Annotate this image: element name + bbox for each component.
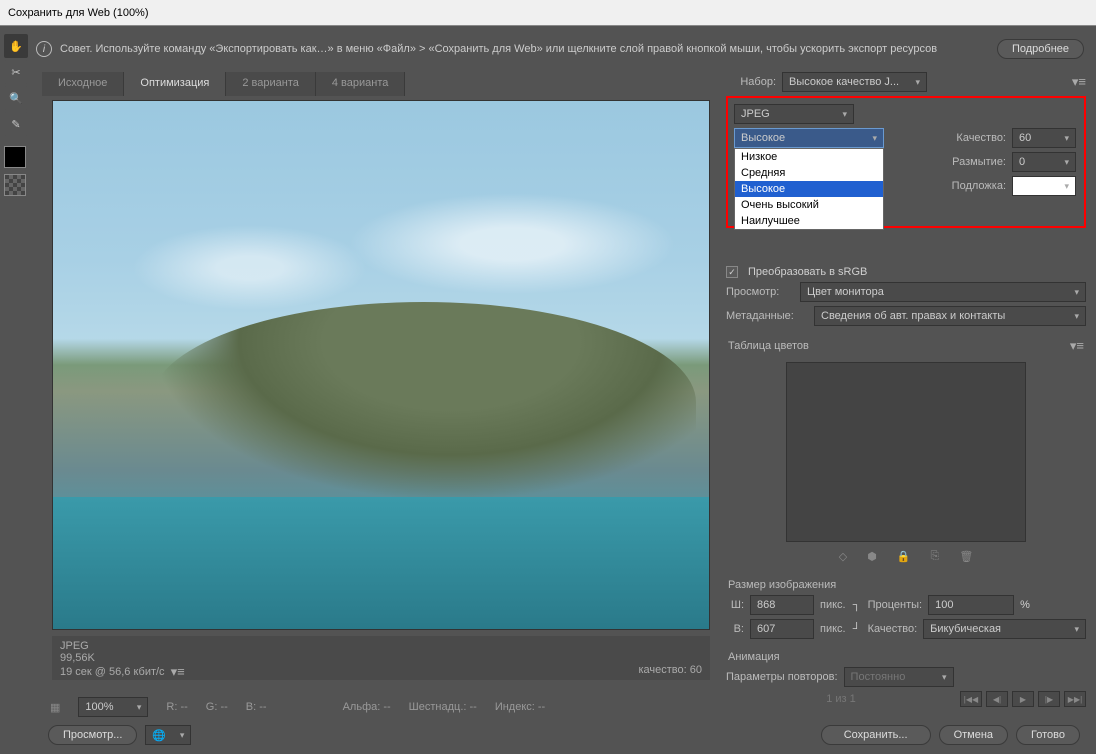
size-header: Размер изображения	[728, 579, 836, 591]
tip-bar: i Совет. Используйте команду «Экспортиро…	[36, 36, 1084, 62]
width-label: Ш:	[726, 599, 744, 611]
blur-input[interactable]: 0	[1012, 152, 1076, 172]
preview-button[interactable]: Просмотр...	[48, 725, 137, 745]
format-select[interactable]: JPEG	[734, 104, 854, 124]
resample-select[interactable]: Бикубическая	[923, 619, 1086, 639]
tab-optimization[interactable]: Оптимизация	[124, 72, 226, 96]
preview-time: 19 сек @ 56,6 кбит/с	[60, 666, 165, 678]
tab-four-up[interactable]: 4 варианта	[316, 72, 406, 96]
quality-option-max[interactable]: Наилучшее	[735, 213, 883, 229]
tab-source[interactable]: Исходное	[42, 72, 124, 96]
eyedropper-tool[interactable]: ✎	[4, 112, 28, 136]
hand-tool[interactable]: ✋	[4, 34, 28, 58]
lock-icon[interactable]: 🔒	[897, 550, 911, 563]
quality-option-medium[interactable]: Средняя	[735, 165, 883, 181]
meta-select[interactable]: Сведения об авт. правах и контакты	[814, 306, 1086, 326]
palette-header: Таблица цветов	[728, 340, 809, 352]
slice-visibility-icon[interactable]	[4, 174, 26, 196]
height-label: В:	[726, 623, 744, 635]
quality-preset-dropdown: Низкое Средняя Высокое Очень высокий Наи…	[734, 148, 884, 230]
tip-text: Совет. Используйте команду «Экспортирова…	[60, 43, 989, 55]
view-select[interactable]: Цвет монитора	[800, 282, 1086, 302]
height-input[interactable]: 607	[750, 619, 814, 639]
matte-label: Подложка:	[952, 180, 1006, 192]
tabs: Исходное Оптимизация 2 варианта 4 вариан…	[42, 72, 405, 96]
blur-label: Размытие:	[952, 156, 1006, 168]
percent-unit: %	[1020, 599, 1030, 611]
title-bar: Сохранить для Web (100%)	[0, 0, 1096, 26]
anim-header: Анимация	[728, 651, 780, 663]
readout-alpha: Альфа: --	[343, 701, 391, 713]
slice-tool[interactable]: ✂	[4, 60, 28, 84]
cancel-button[interactable]: Отмена	[939, 725, 1008, 745]
quality-label: Качество:	[956, 132, 1006, 144]
quality-input[interactable]: 60	[1012, 128, 1076, 148]
quality-option-low[interactable]: Низкое	[735, 149, 883, 165]
tools-column: ✋ ✂ 🔍 ✎	[4, 34, 30, 196]
loop-select: Постоянно	[844, 667, 954, 687]
readout-b: B: --	[246, 701, 267, 713]
foreground-color[interactable]	[4, 146, 26, 168]
panel-menu-icon[interactable]: ▾≡	[1072, 74, 1086, 90]
readout-r: R: --	[166, 701, 187, 713]
window-title: Сохранить для Web (100%)	[8, 7, 149, 19]
color-table	[786, 362, 1026, 542]
palette-toolbar: ◇ ⬢ 🔒 ⎘ 🗑	[726, 546, 1086, 567]
more-button[interactable]: Подробнее	[997, 39, 1084, 59]
palette-menu-icon[interactable]: ▾≡	[1070, 338, 1084, 354]
trash-icon[interactable]: 🗑	[959, 550, 973, 563]
zoom-select[interactable]: 100%	[78, 697, 148, 717]
preset-select[interactable]: Высокое качество J...	[782, 72, 927, 92]
width-input[interactable]: 868	[750, 595, 814, 615]
status-bar: ▦ 100% R: -- G: -- B: -- Альфа: -- Шестн…	[42, 696, 1086, 718]
preview-info: JPEG 99,56K 19 сек @ 56,6 кбит/с ▾≡ каче…	[52, 636, 710, 680]
done-button[interactable]: Готово	[1016, 725, 1080, 745]
preview-image	[53, 101, 709, 629]
info-icon: i	[36, 41, 52, 57]
tab-two-up[interactable]: 2 варианта	[226, 72, 316, 96]
zoom-tool[interactable]: 🔍	[4, 86, 28, 110]
view-grid-icon[interactable]: ▦	[50, 701, 60, 714]
meta-label: Метаданные:	[726, 310, 808, 322]
resample-label: Качество:	[868, 623, 918, 635]
srgb-checkbox[interactable]: ✓	[726, 266, 738, 278]
readout-hex: Шестнадц.: --	[409, 701, 477, 713]
browser-select[interactable]: 🌐	[145, 725, 191, 745]
preview-format: JPEG	[60, 640, 185, 652]
srgb-label: Преобразовать в sRGB	[748, 266, 867, 278]
preset-label: Набор:	[726, 76, 776, 88]
palette-icon-1[interactable]: ◇	[839, 550, 847, 563]
view-label: Просмотр:	[726, 286, 794, 298]
quality-option-veryhigh[interactable]: Очень высокий	[735, 197, 883, 213]
readout-g: G: --	[206, 701, 228, 713]
matte-input[interactable]	[1012, 176, 1076, 196]
quality-preset-select[interactable]: Высокое	[734, 128, 884, 148]
save-button[interactable]: Сохранить...	[821, 725, 931, 745]
preview-quality: качество: 60	[638, 664, 702, 676]
right-panel: Набор: Высокое качество J... ▾≡ JPEG Выс…	[726, 72, 1086, 711]
preview-size: 99,56K	[60, 652, 185, 664]
preview-menu-icon[interactable]: ▾≡	[171, 664, 185, 680]
percent-input[interactable]: 100	[928, 595, 1014, 615]
quality-option-high[interactable]: Высокое	[735, 181, 883, 197]
width-unit: пикс.	[820, 599, 846, 611]
new-icon[interactable]: ⎘	[931, 550, 940, 563]
action-bar: Просмотр... 🌐 Сохранить... Отмена Готово	[42, 722, 1086, 748]
loop-label: Параметры повторов:	[726, 671, 838, 683]
settings-highlight: JPEG Высокое Низкое Средняя Высокое Очен…	[726, 96, 1086, 228]
percent-label: Проценты:	[868, 599, 923, 611]
height-unit: пикс.	[820, 623, 846, 635]
palette-icon-2[interactable]: ⬢	[867, 550, 877, 563]
preview-area[interactable]	[52, 100, 710, 630]
readout-index: Индекс: --	[495, 701, 545, 713]
